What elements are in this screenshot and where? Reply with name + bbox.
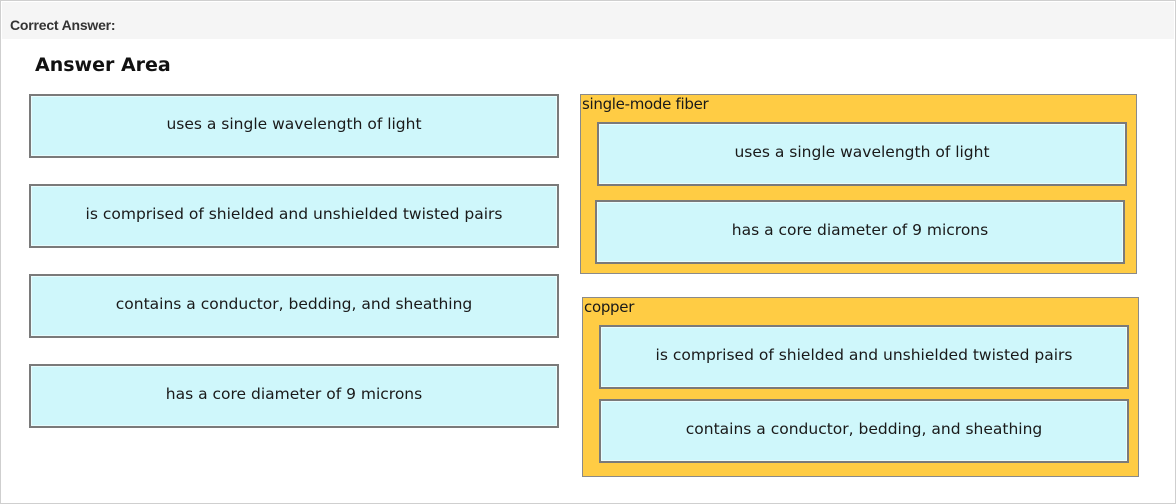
correct-answer-header: Correct Answer: bbox=[2, 2, 1174, 39]
source-item-twisted-pairs[interactable]: is comprised of shielded and unshielded … bbox=[29, 184, 559, 248]
source-item-label: uses a single wavelength of light bbox=[166, 115, 422, 133]
target-label-copper: copper bbox=[584, 298, 635, 316]
source-item-label: is comprised of shielded and unshielded … bbox=[85, 205, 503, 223]
answer-panel: Correct Answer: Answer Area uses a singl… bbox=[0, 0, 1176, 504]
source-item-label: contains a conductor, bedding, and sheat… bbox=[115, 295, 473, 313]
source-item-wavelength[interactable]: uses a single wavelength of light bbox=[29, 94, 559, 158]
placed-item-label: has a core diameter of 9 microns bbox=[731, 221, 989, 239]
placed-item-twisted-pairs[interactable]: is comprised of shielded and unshielded … bbox=[599, 325, 1129, 389]
target-label-single-mode-fiber: single-mode fiber bbox=[582, 95, 709, 113]
placed-item-label: is comprised of shielded and unshielded … bbox=[655, 346, 1073, 364]
source-item-label: has a core diameter of 9 microns bbox=[165, 385, 423, 403]
source-item-core-diameter[interactable]: has a core diameter of 9 microns bbox=[29, 364, 559, 428]
answer-area-title: Answer Area bbox=[35, 54, 171, 76]
placed-item-core-diameter[interactable]: has a core diameter of 9 microns bbox=[595, 200, 1125, 264]
placed-item-wavelength[interactable]: uses a single wavelength of light bbox=[597, 122, 1127, 186]
drop-target-copper[interactable]: copper is comprised of shielded and unsh… bbox=[582, 297, 1139, 477]
placed-item-label: uses a single wavelength of light bbox=[734, 143, 990, 161]
correct-answer-label: Correct Answer: bbox=[10, 17, 116, 33]
placed-item-conductor[interactable]: contains a conductor, bedding, and sheat… bbox=[599, 399, 1129, 463]
placed-item-label: contains a conductor, bedding, and sheat… bbox=[685, 420, 1043, 438]
drop-target-single-mode-fiber[interactable]: single-mode fiber uses a single waveleng… bbox=[580, 94, 1137, 274]
source-item-conductor[interactable]: contains a conductor, bedding, and sheat… bbox=[29, 274, 559, 338]
